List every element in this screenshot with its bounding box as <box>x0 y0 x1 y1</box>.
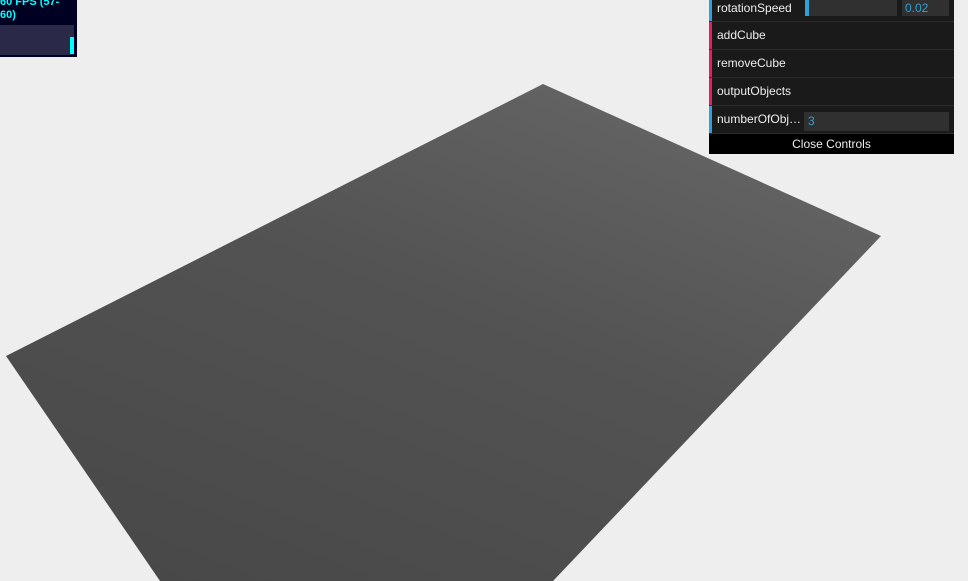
function-accent <box>709 50 712 77</box>
control-rotation-speed: rotationSpeed <box>709 0 954 22</box>
ground-plane <box>6 84 881 581</box>
rotation-speed-slider-fill <box>805 0 809 16</box>
controls-panel: rotationSpeed addCube removeCube outputO… <box>709 0 954 154</box>
fps-readout: 60 FPS (57-60) <box>0 0 60 21</box>
function-accent <box>709 22 712 49</box>
control-add-cube[interactable]: addCube <box>709 22 954 50</box>
control-label-rotation-speed: rotationSpeed <box>717 1 792 15</box>
number-of-objects-input[interactable] <box>804 112 949 131</box>
rotation-speed-slider[interactable] <box>805 0 897 16</box>
control-remove-cube[interactable]: removeCube <box>709 50 954 78</box>
fps-graph-bar <box>70 37 74 54</box>
function-accent <box>709 78 712 105</box>
control-output-objects[interactable]: outputObjects <box>709 78 954 106</box>
rotation-speed-input[interactable] <box>902 0 949 16</box>
stats-panel[interactable]: 60 FPS (57-60) <box>0 0 77 57</box>
number-accent <box>709 106 712 133</box>
control-number-of-objects: numberOfObjects <box>709 106 954 134</box>
output-objects-button[interactable]: outputObjects <box>717 78 805 105</box>
add-cube-button[interactable]: addCube <box>717 22 805 49</box>
remove-cube-button[interactable]: removeCube <box>717 50 805 77</box>
number-accent <box>709 0 712 21</box>
control-label-number-of-objects: numberOfObjects <box>717 112 805 126</box>
fps-graph <box>0 25 74 55</box>
close-controls-button[interactable]: Close Controls <box>709 134 954 154</box>
